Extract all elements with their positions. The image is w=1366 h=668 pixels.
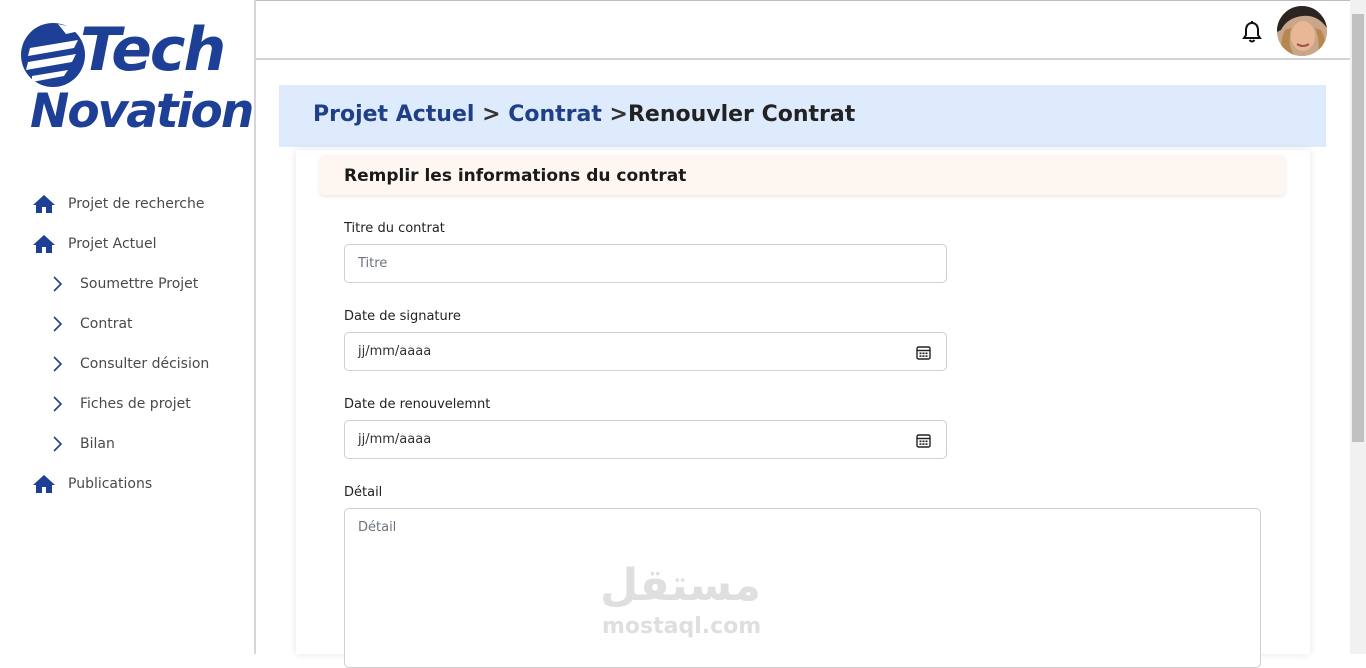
form-header: Remplir les informations du contrat bbox=[319, 155, 1286, 195]
sidebar-item-label: Contrat bbox=[80, 316, 133, 332]
detail-placeholder: Détail bbox=[358, 520, 397, 535]
sidebar-item-label: Consulter décision bbox=[80, 356, 210, 372]
bell-icon[interactable] bbox=[1241, 20, 1263, 44]
home-icon bbox=[33, 475, 55, 493]
sidebar-item-projet-de-recherche[interactable]: Projet de recherche bbox=[0, 184, 254, 224]
mostaql-watermark: مستقل mostaql.com bbox=[600, 560, 770, 644]
sidebar-nav: Projet de recherche Projet Actuel Soumet… bbox=[0, 184, 254, 504]
breadcrumb-current: Renouvler Contrat bbox=[627, 102, 856, 127]
scrollbar-thumb[interactable] bbox=[1352, 14, 1364, 442]
logo-line1: Tech bbox=[80, 15, 226, 85]
chevron-right-icon bbox=[53, 396, 63, 412]
breadcrumb-bar: Projet Actuel > Contrat >Renouvler Contr… bbox=[279, 85, 1326, 147]
title-placeholder: Titre bbox=[358, 256, 388, 271]
sidebar-item-projet-actuel[interactable]: Projet Actuel bbox=[0, 224, 254, 264]
contract-form-card: Remplir les informations du contrat Titr… bbox=[296, 150, 1310, 668]
watermark-latin: mostaql.com bbox=[602, 614, 762, 639]
avatar-image bbox=[1277, 6, 1327, 56]
chevron-right-icon bbox=[53, 316, 63, 332]
tech-novation-logo[interactable]: Tech Novation bbox=[18, 15, 254, 140]
calendar-icon[interactable] bbox=[916, 433, 931, 448]
sidebar-item-label: Projet de recherche bbox=[68, 196, 205, 212]
user-avatar[interactable] bbox=[1277, 6, 1327, 56]
chevron-right-icon bbox=[53, 276, 63, 292]
top-bar bbox=[256, 0, 1350, 60]
title-input[interactable]: Titre bbox=[344, 244, 947, 283]
detail-textarea[interactable]: Détail bbox=[344, 508, 1261, 668]
calendar-icon[interactable] bbox=[916, 345, 931, 360]
breadcrumb-link-contrat[interactable]: Contrat bbox=[508, 102, 602, 127]
home-icon bbox=[33, 195, 55, 213]
sidebar-item-publications[interactable]: Publications bbox=[0, 464, 254, 504]
breadcrumb-link-projet-actuel[interactable]: Projet Actuel bbox=[313, 102, 474, 127]
sidebar-item-label: Soumettre Projet bbox=[80, 276, 199, 292]
signature-date-placeholder: jj/mm/aaaa bbox=[358, 344, 432, 359]
sidebar-item-soumettre-projet[interactable]: Soumettre Projet bbox=[0, 264, 254, 304]
renewal-date-input[interactable]: jj/mm/aaaa bbox=[344, 420, 947, 459]
renewal-date-label: Date de renouvelemnt bbox=[344, 397, 491, 412]
breadcrumb: Projet Actuel > Contrat >Renouvler Contr… bbox=[313, 102, 855, 127]
detail-label: Détail bbox=[344, 485, 383, 500]
breadcrumb-separator: > bbox=[601, 102, 628, 127]
chevron-right-icon bbox=[53, 356, 63, 372]
home-icon bbox=[33, 235, 55, 253]
sidebar-item-label: Publications bbox=[68, 476, 153, 492]
signature-date-input[interactable]: jj/mm/aaaa bbox=[344, 332, 947, 371]
sidebar-item-consulter-decision[interactable]: Consulter décision bbox=[0, 344, 254, 384]
watermark-arabic: مستقل bbox=[600, 560, 761, 611]
breadcrumb-separator: > bbox=[474, 102, 509, 127]
sidebar-item-contrat[interactable]: Contrat bbox=[0, 304, 254, 344]
renewal-date-placeholder: jj/mm/aaaa bbox=[358, 432, 432, 447]
sidebar-item-bilan[interactable]: Bilan bbox=[0, 424, 254, 464]
signature-date-label: Date de signature bbox=[344, 309, 461, 324]
form-title: Remplir les informations du contrat bbox=[344, 166, 687, 186]
vertical-scrollbar[interactable] bbox=[1350, 0, 1366, 654]
sidebar-item-fiches-de-projet[interactable]: Fiches de projet bbox=[0, 384, 254, 424]
sidebar-item-label: Fiches de projet bbox=[80, 396, 191, 412]
chevron-right-icon bbox=[53, 436, 63, 452]
logo-line2: Novation bbox=[30, 84, 254, 139]
sidebar-item-label: Bilan bbox=[80, 436, 115, 452]
title-label: Titre du contrat bbox=[344, 221, 445, 236]
sidebar: Tech Novation Projet de recherche Projet… bbox=[0, 0, 256, 654]
logo-text: Tech Novation bbox=[18, 15, 254, 140]
sidebar-item-label: Projet Actuel bbox=[68, 236, 157, 252]
